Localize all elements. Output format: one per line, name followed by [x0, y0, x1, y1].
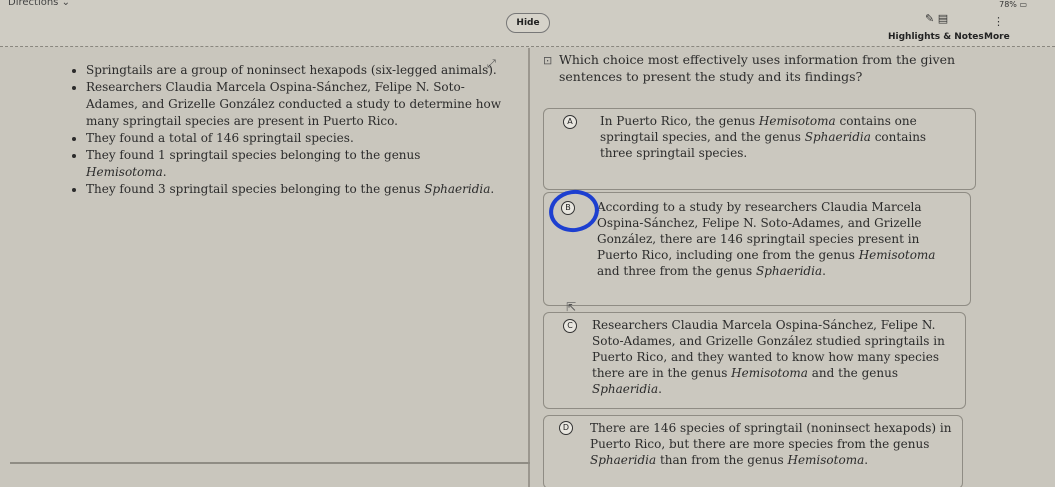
- battery-percent: 78%: [999, 0, 1017, 9]
- passage-bullet: They found 3 springtail species belongin…: [86, 181, 502, 198]
- choice-letter-c: C: [563, 319, 577, 333]
- choice-text-a: In Puerto Rico, the genus Hemisotoma con…: [600, 114, 927, 160]
- directions-label: Directions: [8, 0, 59, 8]
- choice-text-b: According to a study by researchers Clau…: [597, 200, 936, 278]
- passage-panel: Springtails are a group of noninsect hex…: [72, 62, 502, 198]
- annotate-tools[interactable]: ✎ ▤: [925, 12, 948, 25]
- passage-bullet: Springtails are a group of noninsect hex…: [86, 62, 502, 79]
- choice-letter-d: D: [559, 421, 573, 435]
- choice-d[interactable]: D There are 146 species of springtail (n…: [543, 415, 963, 487]
- directions-dropdown[interactable]: Directions ⌄: [8, 0, 70, 8]
- choice-a[interactable]: A In Puerto Rico, the genus Hemisotoma c…: [543, 108, 976, 190]
- question-prompt: Which choice most effectively uses infor…: [559, 52, 956, 84]
- choice-text-d: There are 146 species of springtail (non…: [590, 421, 952, 467]
- choice-c[interactable]: C Researchers Claudia Marcela Ospina-Sán…: [543, 312, 966, 409]
- chevron-down-icon: ⌄: [61, 0, 70, 8]
- mouse-cursor-icon: ⇱: [566, 300, 577, 314]
- bottom-divider: [10, 462, 530, 464]
- pencil-icon[interactable]: ✎: [925, 12, 934, 25]
- pane-divider[interactable]: [528, 48, 530, 487]
- battery-status: 78% ▭: [999, 0, 1027, 9]
- more-button[interactable]: More: [984, 32, 1010, 42]
- hide-button[interactable]: Hide: [506, 13, 550, 33]
- passage-bullet: Researchers Claudia Marcela Ospina-Sánch…: [86, 79, 502, 130]
- passage-bullet: They found a total of 146 springtail spe…: [86, 130, 502, 147]
- highlights-notes-button[interactable]: Highlights & Notes: [888, 32, 984, 42]
- more-vertical-icon[interactable]: ⋮: [993, 15, 1004, 28]
- choice-text-c: Researchers Claudia Marcela Ospina-Sánch…: [592, 318, 945, 396]
- choice-letter-a: A: [563, 115, 577, 129]
- top-toolbar: Directions ⌄ 78% ▭ Hide ✎ ▤ Highlights &…: [0, 0, 1055, 47]
- battery-icon: ▭: [1019, 0, 1027, 9]
- bookmark-icon[interactable]: ⊡: [543, 54, 552, 67]
- note-icon[interactable]: ▤: [938, 12, 948, 25]
- passage-bullet: They found 1 springtail species belongin…: [86, 147, 502, 181]
- choice-b[interactable]: B According to a study by researchers Cl…: [543, 192, 971, 306]
